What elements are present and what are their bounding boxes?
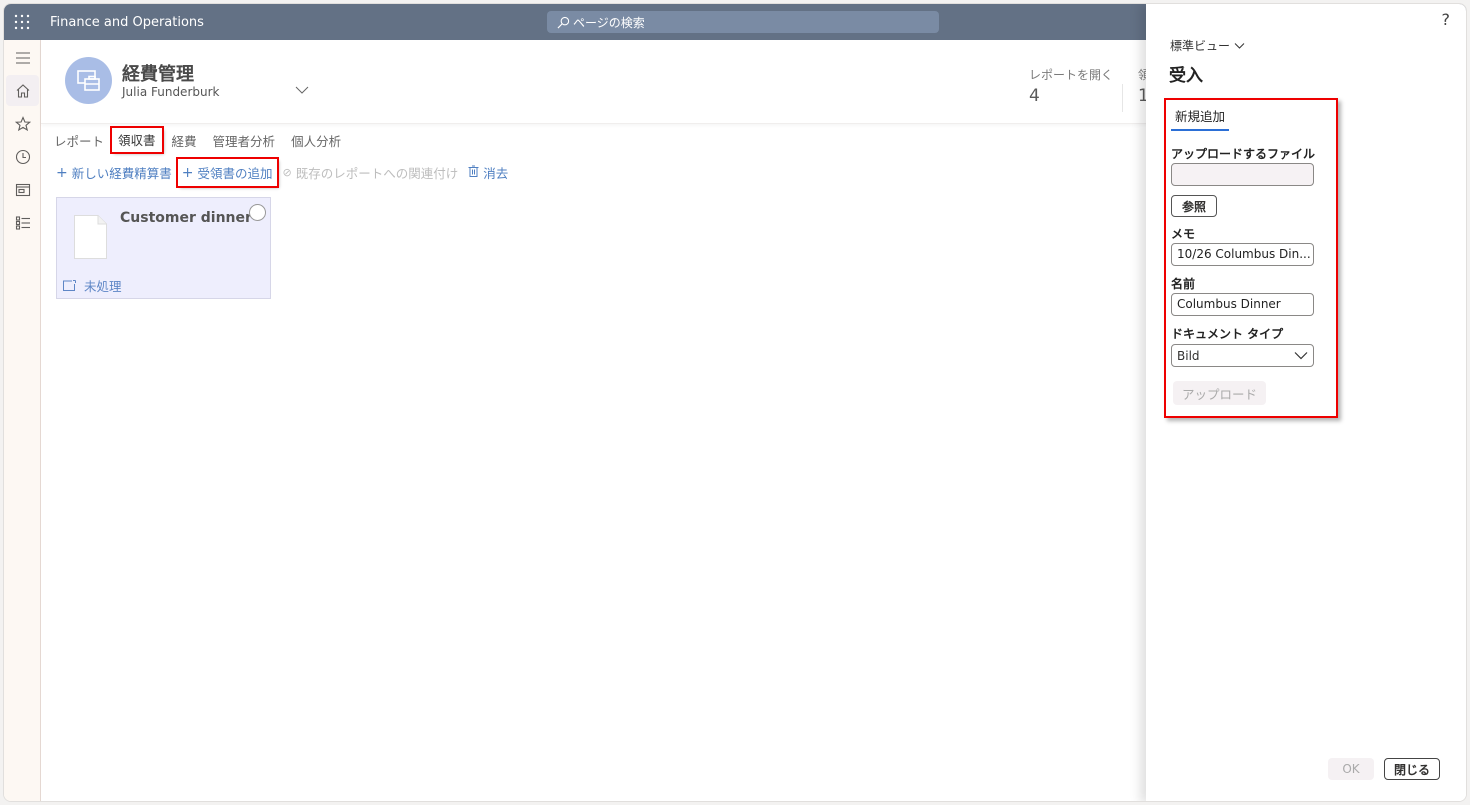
view-selector[interactable]: 標準ビュー bbox=[1170, 37, 1245, 54]
chevron-down-icon bbox=[1234, 42, 1245, 49]
action-label: 受領書の追加 bbox=[197, 166, 273, 181]
memo-input[interactable]: 10/26 Columbus Din... bbox=[1171, 243, 1314, 266]
tab-manager-analytics[interactable]: 管理者分析 bbox=[205, 128, 284, 152]
workspace-title: 経費管理 bbox=[122, 64, 194, 85]
unattached-icon bbox=[63, 280, 76, 291]
plus-icon: + bbox=[56, 164, 68, 181]
tab-expenses[interactable]: 経費 bbox=[162, 128, 205, 152]
action-bar: + 新しい経費精算書 + 受領書の追加 ⊘ 既存のレポートへの関連付け 消去 bbox=[52, 157, 514, 188]
chevron-down-icon[interactable] bbox=[294, 84, 310, 96]
receipt-status[interactable]: 未処理 bbox=[63, 276, 122, 295]
workspace-user: Julia Funderburk bbox=[122, 85, 220, 99]
document-type-label: ドキュメント タイプ bbox=[1171, 327, 1284, 341]
expense-workspace-icon bbox=[76, 69, 100, 91]
home-icon bbox=[16, 83, 29, 98]
search-icon bbox=[557, 16, 570, 28]
nav-recent-button[interactable] bbox=[6, 141, 39, 172]
trash-icon bbox=[468, 165, 479, 181]
document-type-value: Bild bbox=[1177, 348, 1200, 363]
tile-open-reports[interactable]: レポートを開く 4 bbox=[1029, 66, 1113, 106]
tile-label: レポートを開く bbox=[1029, 68, 1114, 82]
upload-button[interactable]: アップロード bbox=[1173, 381, 1266, 405]
file-label: アップロードするファイル bbox=[1171, 147, 1316, 161]
link-icon: ⊘ bbox=[282, 166, 292, 179]
receipt-title: Customer dinner bbox=[120, 210, 252, 226]
document-icon bbox=[74, 215, 107, 259]
clock-icon bbox=[15, 149, 30, 164]
name-input[interactable]: Columbus Dinner bbox=[1171, 293, 1314, 316]
nav-menu-button[interactable] bbox=[6, 42, 39, 73]
tab-personal-analytics[interactable]: 個人分析 bbox=[283, 128, 349, 152]
workspace-avatar bbox=[65, 57, 112, 104]
memo-label: メモ bbox=[1171, 227, 1196, 241]
action-label: 既存のレポートへの関連付け bbox=[295, 166, 459, 181]
workspace-tabs: レポート 領収書 経費 管理者分析 個人分析 bbox=[41, 126, 349, 154]
file-input[interactable] bbox=[1171, 163, 1314, 186]
tile-value: 4 bbox=[1029, 86, 1040, 106]
receipt-card[interactable]: Customer dinner 未処理 bbox=[56, 197, 271, 299]
page-search-input[interactable]: ページの検索 bbox=[547, 11, 939, 33]
receipt-select-radio[interactable] bbox=[249, 204, 266, 221]
tile-divider bbox=[1122, 84, 1123, 112]
app-launcher-button[interactable] bbox=[4, 4, 40, 40]
receipt-upload-panel: ? 標準ビュー 受入 新規追加 アップロードするファイル 参照 メモ 10/26… bbox=[1146, 4, 1466, 801]
nav-home-button[interactable] bbox=[6, 75, 39, 106]
view-selector-label: 標準ビュー bbox=[1170, 39, 1231, 53]
tab-receipts[interactable]: 領収書 bbox=[110, 126, 164, 154]
browse-button[interactable]: 参照 bbox=[1171, 195, 1217, 217]
tab-add-new[interactable]: 新規追加 bbox=[1171, 106, 1230, 131]
app-window: Finance and Operations ページの検索 経費管理 Julia… bbox=[3, 3, 1467, 802]
close-button[interactable]: 閉じる bbox=[1384, 758, 1440, 780]
waffle-icon bbox=[14, 14, 30, 30]
search-placeholder: ページの検索 bbox=[573, 15, 645, 30]
action-label: 消去 bbox=[483, 166, 509, 181]
new-expense-report-button[interactable]: + 新しい経費精算書 bbox=[52, 160, 176, 185]
nav-workspaces-button[interactable] bbox=[6, 174, 39, 205]
nav-favorites-button[interactable] bbox=[6, 108, 39, 139]
list-icon bbox=[15, 215, 30, 230]
delete-button[interactable]: 消去 bbox=[464, 160, 512, 185]
workspace-icon bbox=[15, 183, 30, 196]
action-label: 新しい経費精算書 bbox=[71, 166, 172, 181]
document-type-select[interactable]: Bild bbox=[1171, 344, 1314, 367]
add-receipt-button[interactable]: + 受領書の追加 bbox=[175, 157, 279, 188]
nav-modules-button[interactable] bbox=[6, 207, 39, 238]
attach-to-existing-report-button[interactable]: ⊘ 既存のレポートへの関連付け bbox=[279, 160, 463, 185]
plus-icon: + bbox=[181, 164, 194, 181]
app-title: Finance and Operations bbox=[50, 14, 204, 30]
ok-button[interactable]: OK bbox=[1328, 758, 1374, 780]
panel-title: 受入 bbox=[1169, 66, 1203, 86]
hamburger-icon bbox=[15, 51, 30, 64]
upload-form: 新規追加 アップロードするファイル 参照 メモ 10/26 Columbus D… bbox=[1164, 98, 1338, 418]
help-icon[interactable]: ? bbox=[1442, 10, 1451, 29]
navigation-rail bbox=[4, 40, 41, 801]
tab-reports[interactable]: レポート bbox=[41, 128, 112, 152]
name-label: 名前 bbox=[1171, 277, 1196, 291]
chevron-down-icon bbox=[1294, 352, 1308, 360]
star-icon bbox=[14, 115, 31, 131]
receipt-status-label: 未処理 bbox=[84, 279, 122, 294]
